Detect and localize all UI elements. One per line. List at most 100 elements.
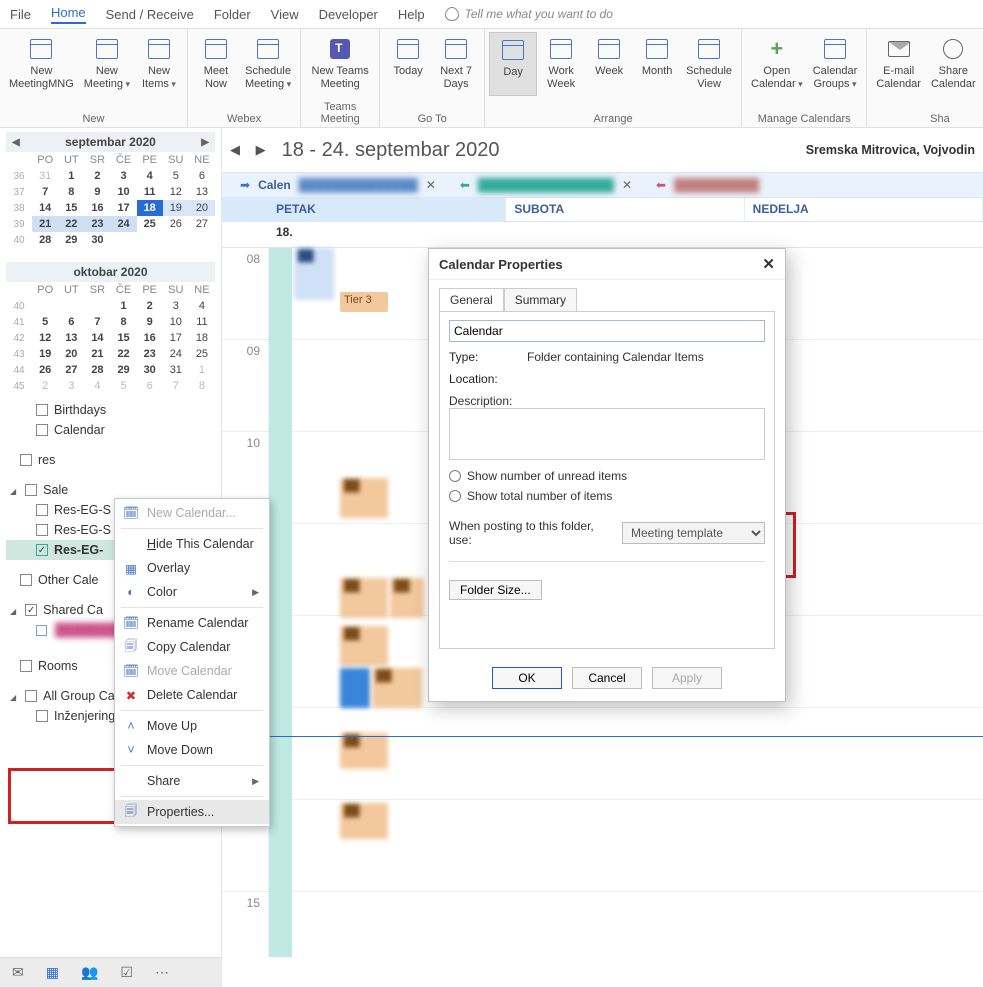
close-icon[interactable]: ✕: [762, 255, 775, 273]
mini-cal-2[interactable]: POUTSRČEPESUNE 401234 41567891011 421213…: [6, 282, 215, 394]
appointment[interactable]: ██: [340, 626, 388, 666]
appointment[interactable]: ██: [340, 578, 388, 618]
tell-me-search[interactable]: Tell me what you want to do: [445, 7, 613, 21]
calendar-tab-2[interactable]: ⬅████████████████✕: [452, 173, 640, 197]
menu-file[interactable]: File: [10, 7, 31, 22]
people-nav-icon[interactable]: 👥: [81, 964, 98, 981]
close-tab-icon[interactable]: ✕: [622, 178, 632, 192]
radio-total[interactable]: Show total number of items: [449, 489, 765, 503]
ctx-delete[interactable]: ✖Delete Calendar: [115, 683, 269, 707]
share-calendar-button[interactable]: ShareCalendar: [926, 32, 981, 94]
ctx-new-calendar[interactable]: 🗓New Calendar...: [115, 501, 269, 525]
ctx-copy[interactable]: 🗐Copy Calendar: [115, 635, 269, 659]
month-view-button[interactable]: Month: [633, 32, 681, 94]
post-template-select[interactable]: Meeting template: [622, 522, 765, 544]
menu-help[interactable]: Help: [398, 7, 425, 22]
group-goto: Today Next 7Days Go To: [380, 29, 485, 127]
calendar-groups-button[interactable]: CalendarGroups: [808, 32, 863, 94]
tree-birthdays[interactable]: Birthdays: [6, 400, 215, 420]
calendar-nav-icon[interactable]: ▦: [46, 964, 59, 981]
appointment[interactable]: ██: [340, 733, 388, 769]
type-label: Type:: [449, 350, 519, 364]
email-calendar-button[interactable]: E-mailCalendar: [871, 32, 926, 94]
group-manage-label: Manage Calendars: [746, 111, 862, 127]
ok-button[interactable]: OK: [492, 667, 562, 689]
group-new: NewMeetingMNG NewMeeting NewItems New: [0, 29, 188, 127]
description-textarea[interactable]: [449, 408, 765, 460]
work-week-button[interactable]: WorkWeek: [537, 32, 585, 94]
appointment[interactable]: ██: [390, 578, 424, 618]
calendar-tabs: ➡Calen██████████████✕ ⬅████████████████✕…: [222, 172, 983, 198]
folder-size-button[interactable]: Folder Size...: [449, 580, 542, 600]
close-tab-icon[interactable]: ✕: [426, 178, 436, 192]
calendar-tab-3[interactable]: ⬅██████████: [648, 173, 767, 197]
cancel-button[interactable]: Cancel: [572, 667, 642, 689]
calendar-name-input[interactable]: [449, 320, 765, 342]
calendar-properties-dialog: Calendar Properties ✕ General Summary Ty…: [428, 248, 786, 702]
ctx-move-up[interactable]: ˄Move Up: [115, 714, 269, 738]
ctx-share[interactable]: Share▶: [115, 769, 269, 793]
schedule-meeting-button[interactable]: ScheduleMeeting: [240, 32, 296, 94]
radio-unread[interactable]: Show number of unread items: [449, 469, 765, 483]
ctx-properties[interactable]: 🗐Properties...: [115, 800, 269, 824]
appointment[interactable]: ██: [340, 803, 388, 839]
open-calendar-button[interactable]: +OpenCalendar: [746, 32, 808, 94]
nav-prev-next[interactable]: ◀ ▶: [230, 142, 272, 158]
ctx-move-down[interactable]: ˅Move Down: [115, 738, 269, 762]
mini-cal-1-header: ◀ septembar 2020 ▶: [6, 132, 215, 152]
ctx-rename[interactable]: 🗓Rename Calendar: [115, 611, 269, 635]
tree-res[interactable]: res: [6, 450, 215, 470]
mail-nav-icon[interactable]: ✉: [12, 964, 24, 981]
dialog-tab-general[interactable]: General: [439, 288, 504, 311]
tree-calendar[interactable]: Calendar: [6, 420, 215, 440]
post-label: When posting to this folder, use:: [449, 519, 616, 547]
next7days-button[interactable]: Next 7Days: [432, 32, 480, 94]
new-teams-meeting-button[interactable]: New TeamsMeeting: [305, 32, 375, 94]
more-nav-icon[interactable]: ⋯: [155, 964, 169, 981]
meet-now-button[interactable]: MeetNow: [192, 32, 240, 94]
day-view-button[interactable]: Day: [489, 32, 537, 96]
ctx-move[interactable]: 🗓Move Calendar: [115, 659, 269, 683]
rename-icon: 🗓: [123, 615, 139, 631]
apply-button[interactable]: Apply: [652, 667, 722, 689]
new-meeting-mng-button[interactable]: NewMeetingMNG: [4, 32, 79, 94]
tell-me-label: Tell me what you want to do: [465, 7, 613, 21]
week-view-button[interactable]: Week: [585, 32, 633, 94]
calendar-tab-1[interactable]: ➡Calen██████████████✕: [232, 173, 444, 197]
tree-sale[interactable]: Sale: [6, 480, 215, 500]
type-value: Folder containing Calendar Items: [527, 350, 704, 364]
prev-month-icon[interactable]: ◀: [12, 137, 20, 148]
arrow-right-icon: ➡: [240, 178, 250, 192]
today-button[interactable]: Today: [384, 32, 432, 94]
menu-folder[interactable]: Folder: [214, 7, 251, 22]
schedule-view-button[interactable]: ScheduleView: [681, 32, 737, 94]
menu-developer[interactable]: Developer: [319, 7, 378, 22]
menu-view[interactable]: View: [271, 7, 299, 22]
next-month-icon[interactable]: ▶: [201, 137, 209, 148]
ctx-hide-calendar[interactable]: HHide This Calendaride This Calendar: [115, 532, 269, 556]
appointment[interactable]: ██: [340, 478, 388, 518]
plus-icon: +: [770, 36, 783, 62]
ctx-overlay[interactable]: ▦Overlay: [115, 556, 269, 580]
dialog-tab-summary[interactable]: Summary: [504, 288, 577, 311]
now-line: [222, 736, 983, 737]
mini-cal-1[interactable]: POUTSRČEPESUNE 3631123456 3778910111213 …: [6, 152, 215, 248]
arrow-left-icon: ⬅: [460, 178, 470, 192]
group-goto-label: Go To: [384, 111, 480, 127]
move-icon: 🗓: [123, 663, 139, 679]
new-meeting-button[interactable]: NewMeeting: [79, 32, 135, 94]
appointment[interactable]: ██: [294, 248, 334, 300]
description-label: Description:: [449, 394, 512, 408]
group-arrange: Day WorkWeek Week Month ScheduleView Arr…: [485, 29, 742, 127]
mini-cal-2-header: oktobar 2020: [6, 262, 215, 282]
menu-home[interactable]: Home: [51, 5, 86, 24]
ctx-color[interactable]: ◐Color▶: [115, 580, 269, 604]
group-teams: New TeamsMeeting Teams Meeting: [301, 29, 380, 127]
appointment-tier3[interactable]: Tier 3: [340, 292, 388, 312]
appointment-selected[interactable]: [340, 668, 370, 708]
new-items-button[interactable]: NewItems: [135, 32, 183, 94]
menu-sendreceive[interactable]: Send / Receive: [106, 7, 194, 22]
tasks-nav-icon[interactable]: ☑: [120, 964, 133, 981]
appointment[interactable]: ██: [372, 668, 422, 708]
group-arrange-label: Arrange: [489, 111, 737, 127]
